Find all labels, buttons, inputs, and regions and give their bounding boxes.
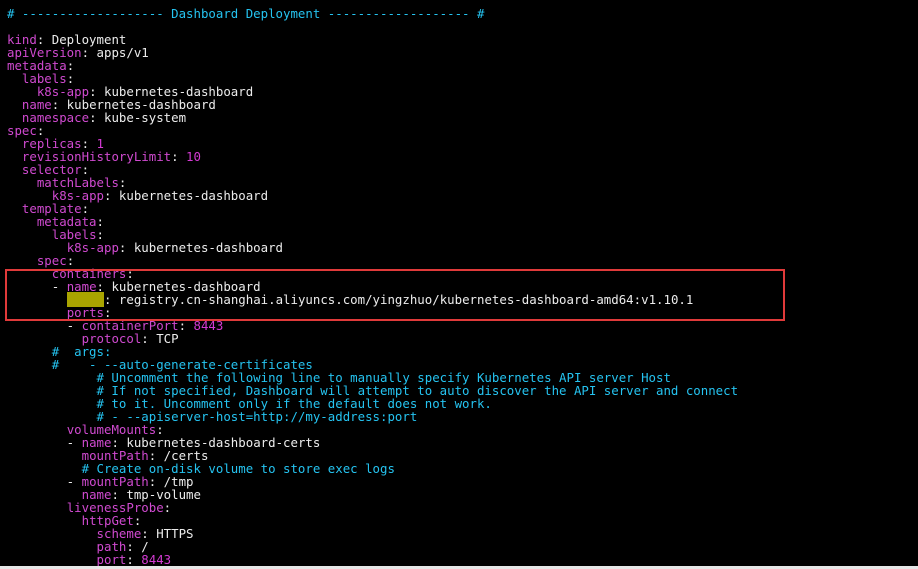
- yaml-text: : HTTPS: [141, 526, 194, 541]
- code-line: port: 8443: [7, 552, 172, 567]
- yaml-key: k8s-app: [66, 240, 119, 255]
- yaml-text: :: [171, 149, 187, 164]
- terminal-editor[interactable]: # ------------------- Dashboard Deployme…: [0, 0, 918, 569]
- code-line: # ------------------- Dashboard Deployme…: [7, 7, 484, 20]
- yaml-text: :: [126, 552, 142, 567]
- yaml-text: : apps/v1: [81, 45, 149, 60]
- yaml-number: 10: [186, 149, 201, 164]
- yaml-text: :: [178, 318, 194, 333]
- yaml-comment: # ------------------- Dashboard Deployme…: [7, 6, 485, 21]
- yaml-number: 8443: [141, 552, 172, 567]
- yaml-text: : kubernetes-dashboard: [103, 188, 269, 203]
- yaml-text: : TCP: [141, 331, 179, 346]
- yaml-text: :: [163, 500, 172, 515]
- yaml-text: : kube-system: [89, 110, 187, 125]
- yaml-text: : registry.cn-shanghai.aliyuncs.com/ying…: [104, 292, 694, 307]
- yaml-text: [7, 552, 97, 567]
- yaml-number: 8443: [193, 318, 224, 333]
- yaml-text: : kubernetes-dashboard: [118, 240, 284, 255]
- yaml-key: port: [96, 552, 127, 567]
